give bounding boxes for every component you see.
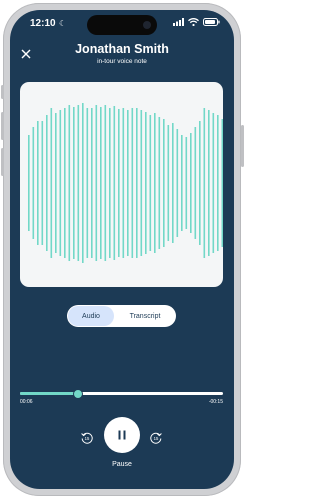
waveform-bar [208,110,210,256]
volume-down-button [1,148,4,176]
waveform-bar [118,109,120,257]
waveform-bar [59,110,62,256]
waveform-bar [172,123,174,243]
note-subtitle: in-tour voice note [97,58,147,65]
waveform-bar [181,135,183,231]
waveform-bar [55,113,57,253]
progress-fill [20,392,77,395]
waveform-bar [221,119,223,247]
waveform-bar [131,108,134,258]
contact-name: Jonathan Smith [75,42,169,56]
waveform-bar [113,106,116,260]
waveform-bar [68,105,71,261]
moon-icon: ☾ [59,19,67,28]
waveform-bar [37,121,39,245]
waveform-bar [41,121,44,245]
signal-icon [173,18,184,26]
waveform-bar [158,117,161,249]
waveform-bar [176,129,179,237]
waveform-bar [167,125,170,241]
waveform-bar [82,103,84,263]
tab-transcript[interactable]: Transcript [115,306,175,326]
waveform-bar [212,113,215,253]
waveform-bar [64,108,66,258]
rewind-15-icon[interactable]: 15 [80,431,94,445]
waveform-bar [203,108,206,258]
status-time: 12:10 [30,18,56,29]
front-camera [143,21,151,29]
waveform-bar [73,107,75,259]
pause-icon [118,430,126,440]
waveform-bar [194,127,197,239]
waveform-bar [104,105,107,261]
waveform-bar [154,113,156,253]
waveform-card [20,82,223,287]
pause-label: Pause [112,461,132,468]
waveform-bar [32,127,35,239]
elapsed-time: 00:06 [20,399,33,405]
waveform-bar [136,108,138,258]
battery-icon [203,18,220,26]
waveform-bar [149,115,152,251]
remaining-time: -00:15 [208,399,223,405]
progress-thumb[interactable] [72,389,83,399]
waveform-bar [140,110,143,256]
waveform-bar [185,137,188,229]
waveform-bar [50,108,53,258]
waveform-bar [217,115,219,251]
waveform-bar [91,108,93,258]
volume-up-button [1,112,4,140]
status-icons [173,18,220,26]
waveform-bar [190,133,192,233]
waveform-bar [95,105,98,261]
waveform-bar [86,108,89,258]
forward-15-icon[interactable]: 15 [149,431,163,445]
tab-audio[interactable]: Audio [68,306,114,326]
waveform-bar [163,119,165,247]
power-button [241,125,244,167]
waveform-bar [28,135,30,231]
silent-switch [1,85,4,99]
waveform-bar [199,121,201,245]
screen: 12:10 ☾ Jonathan Smith in-tour voice not… [10,10,234,489]
progress-track[interactable] [20,392,223,395]
pause-button[interactable] [104,417,140,453]
waveform-bar [145,112,147,254]
svg-text:15: 15 [154,436,159,441]
waveform-bar [100,107,102,259]
svg-text:15: 15 [85,436,90,441]
waveform-bar [77,105,80,261]
waveform-bar [122,108,125,258]
waveform-bar [127,110,129,256]
dynamic-island [87,15,157,35]
waveform-bar [46,115,48,251]
waveform [28,103,223,263]
view-toggle: Audio Transcript [67,305,176,327]
wifi-icon [188,18,199,26]
waveform-bar [109,108,111,258]
